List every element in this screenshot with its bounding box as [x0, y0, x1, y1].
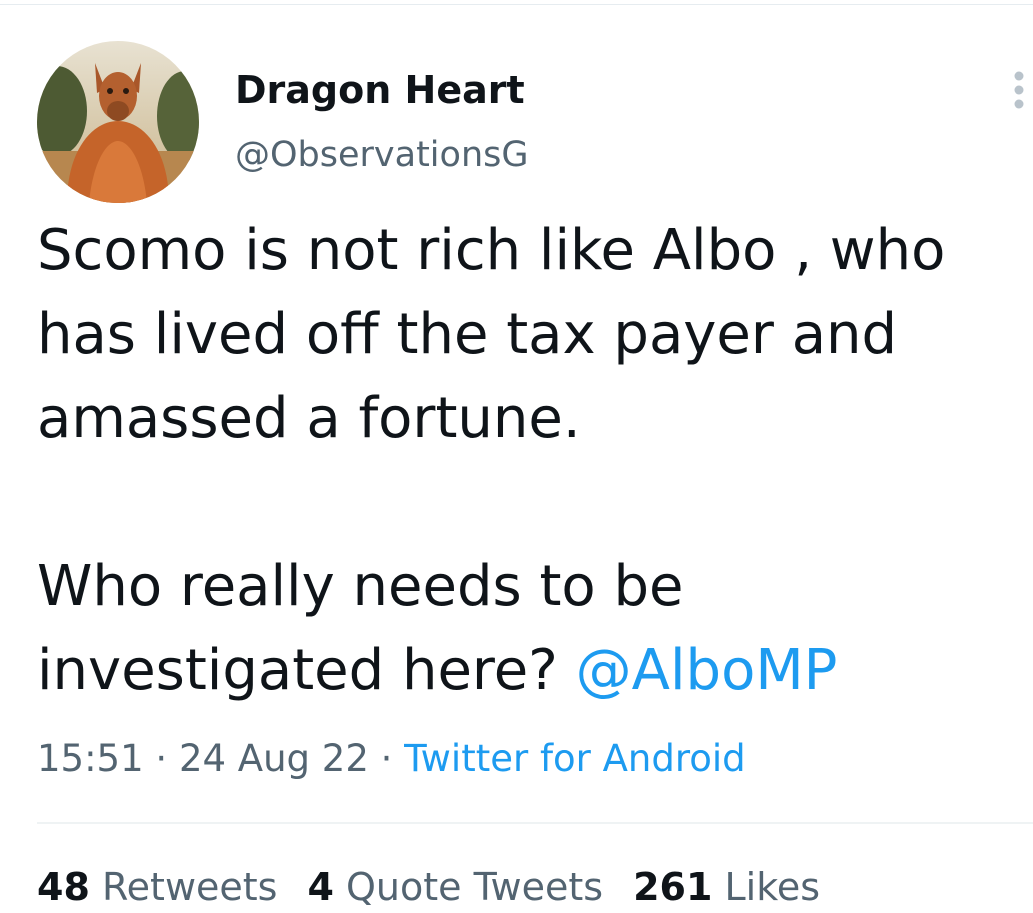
tweet-text-line: has lived off the tax payer and	[37, 302, 898, 367]
more-vertical-icon[interactable]	[1005, 68, 1033, 112]
retweets-stat[interactable]: 48 Retweets	[37, 865, 277, 909]
tweet-text-fragment: investigated here?	[37, 638, 576, 703]
likes-count: 261	[633, 865, 713, 909]
tweet-text-line: amassed a fortune.	[37, 386, 581, 451]
meta-separator: ·	[143, 737, 179, 780]
tweet-text-line: Scomo is not rich like Albo , who	[37, 218, 946, 283]
retweets-count: 48	[37, 865, 90, 909]
user-handle[interactable]: @ObservationsG	[235, 133, 528, 177]
tweet-text-line: Who really needs to be	[37, 554, 684, 619]
tweet-date[interactable]: 24 Aug 22	[179, 737, 369, 780]
likes-label: Likes	[712, 865, 821, 909]
quote-tweets-label: Quote Tweets	[333, 865, 604, 909]
quote-tweets-count: 4	[307, 865, 334, 909]
tweet-stats: 48 Retweets 4 Quote Tweets 261 Likes	[37, 862, 850, 912]
tweet-time[interactable]: 15:51	[37, 737, 144, 780]
tweet-meta: 15:51 · 24 Aug 22 · Twitter for Android	[37, 735, 746, 783]
stats-divider	[37, 822, 1033, 824]
tweet-source-link[interactable]: Twitter for Android	[404, 737, 745, 780]
tweet-text: Scomo is not rich like Albo , who has li…	[37, 209, 1027, 713]
retweets-label: Retweets	[89, 865, 278, 909]
kangaroo-avatar-icon	[37, 41, 199, 203]
mention-link[interactable]: @AlboMP	[576, 638, 838, 703]
display-name[interactable]: Dragon Heart	[235, 66, 525, 114]
quote-tweets-stat[interactable]: 4 Quote Tweets	[307, 865, 603, 909]
tweet-text-line: investigated here? @AlboMP	[37, 629, 1027, 713]
meta-separator: ·	[368, 737, 405, 780]
likes-stat[interactable]: 261 Likes	[633, 865, 820, 909]
top-divider	[0, 4, 1033, 5]
avatar[interactable]	[37, 41, 199, 203]
